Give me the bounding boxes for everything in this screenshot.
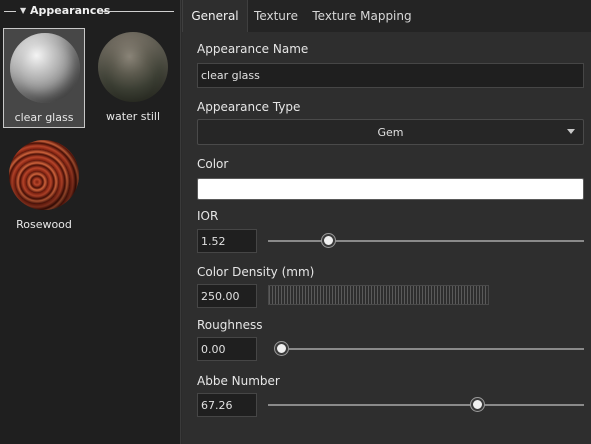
tab-texture-mapping[interactable]: Texture Mapping — [306, 0, 418, 32]
roughness-slider[interactable] — [275, 342, 584, 356]
collapse-triangle-icon[interactable]: ▼ — [20, 6, 26, 15]
appearance-item-clear-glass[interactable]: clear glass — [3, 28, 85, 128]
color-density-input[interactable]: 250.00 — [197, 284, 257, 308]
abbe-number-input[interactable]: 67.26 — [197, 393, 257, 417]
slider-knob[interactable] — [275, 342, 288, 355]
roughness-label: Roughness — [197, 318, 263, 332]
abbe-number-label: Abbe Number — [197, 374, 280, 388]
dropdown-caret-icon — [567, 129, 575, 134]
appearance-item-water-still[interactable]: water still — [92, 28, 174, 128]
appearances-header[interactable]: ▼ Appearances — [0, 0, 181, 24]
appearance-item-label: clear glass — [14, 111, 74, 124]
color-density-label: Color Density (mm) — [197, 265, 315, 279]
appearances-title: Appearances — [30, 4, 111, 17]
header-rule-left — [4, 11, 16, 12]
slider-track — [268, 240, 584, 242]
color-label: Color — [197, 157, 229, 171]
appearance-item-label: Rosewood — [16, 218, 72, 231]
appearances-panel: ▼ Appearances clear glass water still Ro… — [0, 0, 181, 444]
appearance-name-input[interactable]: clear glass — [197, 63, 584, 88]
header-rule-right — [102, 11, 174, 12]
slider-knob[interactable] — [322, 234, 336, 247]
appearance-item-rosewood[interactable]: Rosewood — [3, 136, 85, 236]
tab-texture[interactable]: Texture — [250, 0, 302, 32]
color-density-bar[interactable] — [268, 285, 489, 305]
color-swatch[interactable] — [197, 178, 584, 200]
roughness-input[interactable]: 0.00 — [197, 337, 257, 361]
appearance-type-select[interactable]: Gem — [197, 119, 584, 145]
appearance-name-label: Appearance Name — [197, 42, 309, 56]
appearance-type-label: Appearance Type — [197, 100, 301, 114]
ior-label: IOR — [197, 209, 219, 223]
slider-track — [275, 348, 584, 350]
rosewood-preview-icon — [9, 140, 79, 210]
appearance-item-label: water still — [105, 110, 161, 123]
clear-glass-preview-icon — [10, 33, 80, 103]
appearance-type-value: Gem — [377, 125, 404, 139]
water-still-preview-icon — [98, 32, 168, 102]
slider-track — [268, 404, 584, 406]
ior-input[interactable]: 1.52 — [197, 229, 257, 253]
tab-bar: General Texture Texture Mapping — [182, 0, 591, 32]
abbe-number-slider[interactable] — [268, 398, 584, 412]
ior-slider[interactable] — [268, 234, 584, 248]
slider-knob[interactable] — [470, 398, 484, 411]
tab-general[interactable]: General — [182, 0, 248, 32]
